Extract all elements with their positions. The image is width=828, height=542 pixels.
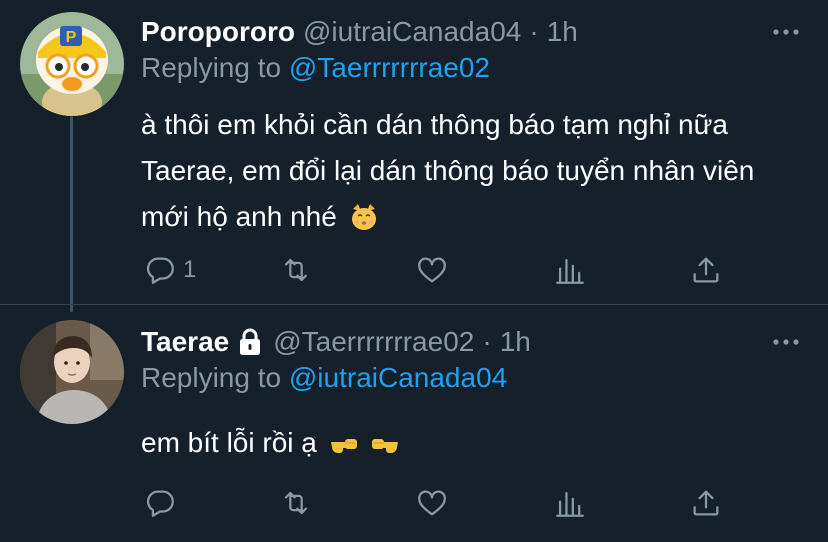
tweet-text-content: à thôi em khỏi cần dán thông báo tạm ngh… [141,109,755,232]
backhand-index-pointing-left-icon [330,439,357,453]
tweet-text: à thôi em khỏi cần dán thông báo tạm ngh… [141,102,801,240]
retweet-icon [284,491,308,515]
timestamp[interactable]: 1h [547,16,578,48]
share-button[interactable] [689,485,723,521]
protected-account-lock-icon [240,328,261,355]
analytics-bar-chart-icon [556,491,584,517]
tweet-text: em bít lỗi rồi ạ [141,420,801,466]
retweet-button[interactable] [279,485,313,521]
replying-to-label: Replying to [141,362,282,393]
display-name[interactable]: Poropororo [141,16,295,48]
analytics-bar-chart-icon [556,258,584,284]
replying-to-mention-link[interactable]: @Taerrrrrrrae02 [289,52,490,83]
like-button[interactable] [415,485,449,521]
retweet-icon [284,258,308,282]
heart-icon [418,490,446,516]
like-button[interactable] [415,252,449,288]
share-button[interactable] [689,252,723,288]
tweet-reply-poropororo[interactable]: P Poropororo @iutraiCanada04 · 1h Replyi… [0,0,828,305]
reply-count: 1 [183,256,197,283]
more-options-icon[interactable] [770,20,802,44]
avatar-image [20,320,124,424]
svg-text:P: P [66,29,77,46]
tweet-actions: 1 [141,252,801,288]
timestamp[interactable]: 1h [500,326,531,358]
replying-to-mention-link[interactable]: @iutraiCanada04 [289,362,507,393]
share-upload-icon [693,257,719,283]
user-handle[interactable]: @Taerrrrrrrae02 [273,326,474,358]
avatar[interactable]: P [20,12,124,116]
display-name[interactable]: Taerae [141,326,229,358]
reply-button[interactable]: 1 [143,252,196,288]
replying-to-line: Replying to @iutraiCanada04 [141,362,507,394]
reply-button[interactable] [143,485,183,521]
retweet-button[interactable] [279,252,313,288]
kissing-cat-face-icon [351,204,376,230]
tweet-reply-taerae[interactable]: Taerae @Taerrrrrrrae02 · 1h Replying to … [0,305,828,542]
tweet-actions [141,485,801,521]
user-handle[interactable]: @iutraiCanada04 [303,16,521,48]
analytics-button[interactable] [553,485,587,521]
separator-dot: · [482,326,492,357]
more-options-icon[interactable] [770,330,802,354]
avatar[interactable] [20,320,124,424]
separator-dot: · [529,16,539,47]
share-upload-icon [693,490,719,516]
avatar-image: P [20,12,124,116]
heart-icon [418,257,446,283]
replying-to-label: Replying to [141,52,282,83]
backhand-index-pointing-right-icon [372,439,399,453]
reply-icon [146,257,174,284]
replying-to-line: Replying to @Taerrrrrrrae02 [141,52,490,84]
tweet-text-content: em bít lỗi rồi ạ [141,427,317,458]
analytics-button[interactable] [553,252,587,288]
reply-icon [146,490,174,517]
